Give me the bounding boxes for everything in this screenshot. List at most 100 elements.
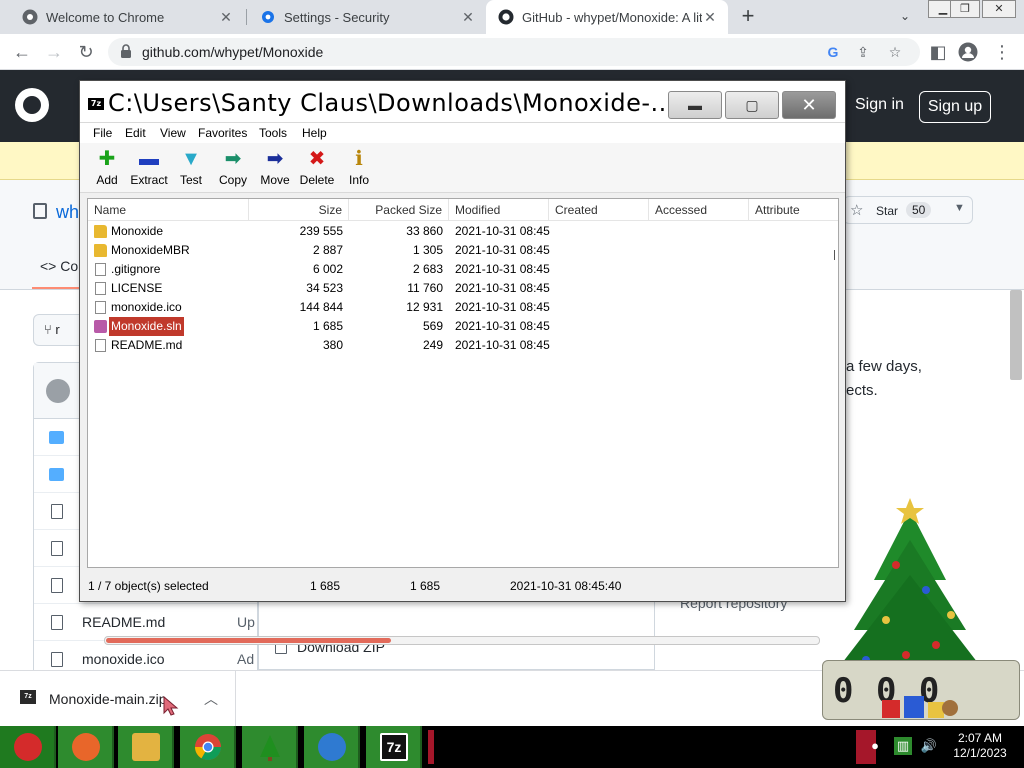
table-row-selected[interactable]: Monoxide.sln 1 685 569 2021-10-31 08:45 bbox=[88, 316, 838, 337]
commit-message[interactable]: Ad bbox=[237, 651, 254, 667]
menu-view[interactable]: View bbox=[160, 126, 186, 140]
scrollbar-thumb[interactable] bbox=[106, 638, 391, 643]
add-button[interactable]: ✚ Add bbox=[86, 147, 128, 191]
reload-icon[interactable]: ↻ bbox=[76, 42, 96, 62]
taskbar-7zip[interactable]: 7z bbox=[366, 726, 422, 768]
copy-button[interactable]: ➡ Copy bbox=[212, 147, 254, 191]
table-row[interactable]: LICENSE 34 523 11 760 2021-10-31 08:45 bbox=[88, 279, 838, 298]
delete-button[interactable]: ✖ Delete bbox=[296, 147, 338, 191]
mouse-cursor-icon bbox=[163, 695, 179, 716]
column-header-created[interactable]: Created bbox=[549, 199, 649, 221]
close-window-button[interactable]: ✕ bbox=[982, 0, 1016, 18]
file-icon bbox=[95, 301, 106, 314]
tab-search-chevron-icon[interactable]: ⌄ bbox=[896, 9, 914, 25]
move-button[interactable]: ➡ Move bbox=[254, 147, 296, 191]
tree-icon bbox=[256, 733, 284, 761]
forward-arrow-icon[interactable]: → bbox=[44, 42, 64, 62]
tab-welcome-to-chrome[interactable]: Welcome to Chrome ✕ bbox=[0, 0, 244, 34]
side-panel-icon[interactable]: ◧ bbox=[928, 42, 948, 62]
maximize-button[interactable]: ▢ bbox=[725, 91, 779, 119]
file-packed-size: 11 760 bbox=[407, 281, 443, 295]
folder-icon bbox=[49, 431, 64, 444]
menu-tools[interactable]: Tools bbox=[259, 126, 287, 140]
file-list-view[interactable]: Name Size Packed Size Modified Created A… bbox=[87, 198, 839, 645]
network-icon[interactable]: ▥ bbox=[894, 737, 912, 755]
back-arrow-icon[interactable]: ← bbox=[12, 42, 32, 62]
close-icon[interactable]: ✕ bbox=[218, 9, 234, 25]
chevron-down-icon[interactable]: ▼ bbox=[954, 202, 965, 214]
commit-message[interactable]: Up bbox=[237, 614, 255, 630]
tool-label: Info bbox=[348, 173, 369, 187]
column-header-name[interactable]: Name bbox=[88, 199, 249, 221]
column-header-attributes[interactable]: Attribute bbox=[749, 199, 838, 221]
info-button[interactable]: ℹ Info bbox=[338, 147, 380, 191]
tool-label: Extract bbox=[130, 173, 168, 187]
sign-in-link[interactable]: Sign in bbox=[855, 96, 904, 114]
file-size: 144 844 bbox=[299, 300, 343, 314]
file-modified: 2021-10-31 08:45 bbox=[455, 243, 550, 257]
column-header-modified[interactable]: Modified bbox=[449, 199, 549, 221]
tray-clock[interactable]: 2:07 AM 12/1/2023 bbox=[950, 731, 1010, 761]
table-row[interactable]: Monoxide 239 555 33 860 2021-10-31 08:45 bbox=[88, 222, 838, 260]
menu-favorites[interactable]: Favorites bbox=[198, 126, 247, 140]
menu-help[interactable]: Help bbox=[302, 126, 327, 140]
download-item[interactable]: 7z Monoxide-main.zip ︿ bbox=[0, 671, 236, 727]
table-row[interactable]: MonoxideMBR 2 887 1 305 2021-10-31 08:45 bbox=[88, 241, 838, 260]
menu-kebab-icon[interactable]: ⋮ bbox=[992, 42, 1012, 62]
address-bar[interactable]: github.com/whypet/Monoxide G ⇪ ☆ bbox=[108, 38, 920, 66]
taskbar-file-explorer[interactable] bbox=[118, 726, 174, 768]
taskbar-thunderbird[interactable] bbox=[304, 726, 360, 768]
share-icon[interactable]: ⇪ bbox=[854, 43, 872, 61]
sign-up-button[interactable]: Sign up bbox=[919, 91, 991, 123]
column-header-size[interactable]: Size bbox=[249, 199, 349, 221]
table-row[interactable]: .gitignore 6 002 2 683 2021-10-31 08:45 bbox=[88, 260, 838, 279]
chevron-up-icon[interactable]: ︿ bbox=[204, 689, 218, 709]
taskbar-firefox[interactable] bbox=[58, 726, 114, 768]
window-title: C:\Users\Santy Claus\Downloads\Monoxide-… bbox=[108, 89, 675, 117]
column-header-packed-size[interactable]: Packed Size bbox=[349, 199, 449, 221]
tab-settings-security[interactable]: Settings - Security ✕ bbox=[238, 0, 486, 34]
tab-code[interactable]: <> Co bbox=[40, 258, 78, 274]
file-name: monoxide.ico bbox=[111, 300, 182, 314]
taskbar-chrome[interactable] bbox=[180, 726, 236, 768]
restore-button[interactable]: ❐ bbox=[950, 0, 980, 18]
close-button[interactable]: ✕ bbox=[782, 91, 836, 119]
horizontal-scrollbar[interactable] bbox=[104, 636, 820, 645]
tray-time: 2:07 AM bbox=[957, 731, 1003, 745]
table-row[interactable]: monoxide.ico 144 844 12 931 2021-10-31 0… bbox=[88, 298, 838, 317]
profile-avatar-icon[interactable] bbox=[958, 42, 978, 62]
table-row[interactable]: README.md 380 249 2021-10-31 08:45 bbox=[88, 336, 838, 355]
tray-date: 12/1/2023 bbox=[953, 746, 1007, 760]
volume-icon[interactable]: 🔊 bbox=[920, 737, 938, 755]
test-button[interactable]: ▼ Test bbox=[170, 147, 212, 191]
star-button[interactable]: ☆ Star 50 ▼ bbox=[843, 196, 973, 224]
star-count-badge: 50 bbox=[906, 202, 932, 218]
file-name[interactable]: monoxide.ico bbox=[82, 651, 165, 667]
file-name[interactable]: README.md bbox=[82, 614, 165, 630]
tab-github-monoxide[interactable]: GitHub - whypet/Monoxide: A lit ✕ bbox=[486, 0, 728, 34]
extract-button[interactable]: ▬ Extract bbox=[128, 147, 170, 191]
bookmark-star-icon[interactable]: ☆ bbox=[886, 43, 904, 61]
column-header-accessed[interactable]: Accessed bbox=[649, 199, 749, 221]
new-tab-button[interactable]: + bbox=[738, 5, 758, 27]
file-size: 1 685 bbox=[312, 319, 343, 333]
menu-edit[interactable]: Edit bbox=[125, 126, 146, 140]
window-titlebar[interactable]: 7z C:\Users\Santy Claus\Downloads\Monoxi… bbox=[80, 81, 845, 123]
menu-file[interactable]: File bbox=[93, 126, 112, 140]
file-name: Monoxide.sln bbox=[108, 316, 185, 337]
github-icon bbox=[498, 9, 514, 25]
close-icon[interactable]: ✕ bbox=[702, 9, 718, 25]
google-lens-icon[interactable]: G bbox=[824, 43, 842, 61]
repo-name-link[interactable]: wh bbox=[56, 202, 79, 223]
folder-icon bbox=[49, 468, 64, 481]
start-button[interactable] bbox=[0, 726, 56, 768]
taskbar-tree-app[interactable] bbox=[242, 726, 298, 768]
tray-dot-icon[interactable]: ● bbox=[866, 737, 884, 755]
github-logo-icon[interactable] bbox=[15, 88, 49, 122]
close-icon[interactable]: ✕ bbox=[460, 9, 476, 25]
file-icon bbox=[95, 282, 106, 295]
minimize-button[interactable]: ▬ bbox=[668, 91, 722, 119]
file-size: 6 002 bbox=[312, 262, 343, 276]
about-text: ects. bbox=[846, 382, 878, 399]
page-scrollbar-thumb[interactable] bbox=[1010, 290, 1022, 380]
